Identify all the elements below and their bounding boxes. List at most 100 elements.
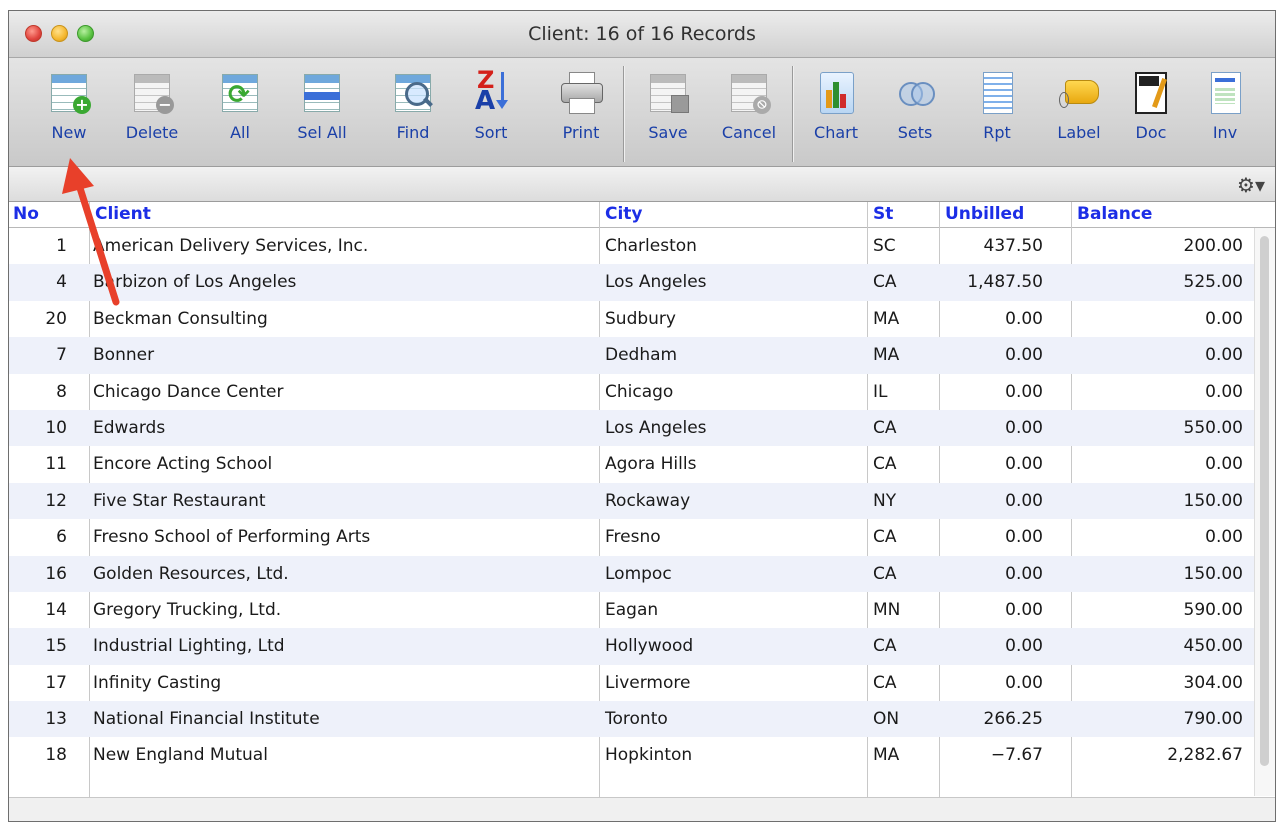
table-row[interactable]: 14 Gregory Trucking, Ltd. Eagan MN 0.00 590.0… — [9, 592, 1256, 628]
cell-city: Eagan — [605, 599, 659, 620]
cell-balance: 200.00 — [1183, 236, 1243, 256]
table-row[interactable]: 4 Barbizon of Los Angeles Los Angeles CA 1,4… — [9, 264, 1256, 301]
report-button[interactable]: Rpt — [969, 70, 1025, 142]
cell-client: Bonner — [93, 345, 155, 366]
cell-st: CA — [873, 636, 897, 657]
cell-city: Agora Hills — [605, 454, 697, 475]
table-row[interactable]: 17 Infinity Casting Livermore CA 0.00 304.00 — [9, 665, 1256, 701]
cell-st: CA — [873, 527, 897, 548]
table-row[interactable]: 16 Golden Resources, Ltd. Lompoc CA 0.00 150.… — [9, 555, 1256, 592]
all-label: All — [230, 123, 250, 142]
cancel-button[interactable]: ⦸ Cancel — [711, 70, 787, 142]
cell-city: Hollywood — [605, 636, 694, 657]
cell-balance: 0.00 — [1205, 308, 1243, 329]
scrollbar-thumb[interactable] — [1260, 236, 1269, 766]
cell-client: Edwards — [93, 417, 166, 438]
cell-client: Infinity Casting — [93, 672, 222, 693]
cell-unbilled: 437.50 — [983, 236, 1043, 256]
save-record-icon — [646, 70, 690, 114]
cell-balance: 590.00 — [1183, 599, 1243, 620]
cell-st: NY — [873, 490, 897, 511]
table-row[interactable]: 7 Bonner Dedham MA 0.00 0.00 — [9, 337, 1256, 374]
cell-st: SC — [873, 236, 896, 256]
cell-client: Five Star Restaurant — [93, 490, 266, 511]
cell-city: Los Angeles — [605, 272, 707, 293]
column-header-balance[interactable]: Balance — [1077, 204, 1152, 224]
cell-client: Golden Resources, Ltd. — [93, 563, 289, 584]
table-row[interactable]: 6 Fresno School of Performing Arts Fresno C… — [9, 519, 1256, 555]
new-button[interactable]: + New — [41, 70, 97, 142]
all-button[interactable]: ⟳ All — [212, 70, 268, 142]
select-all-button[interactable]: Sel All — [282, 70, 362, 142]
label-label: Label — [1057, 123, 1101, 142]
cell-balance: 2,282.67 — [1167, 745, 1243, 766]
sort-button[interactable]: Z A Sort — [460, 68, 522, 142]
cell-unbilled: 0.00 — [1005, 490, 1043, 511]
cell-st: CA — [873, 672, 897, 693]
cell-st: IL — [873, 381, 888, 402]
cell-balance: 0.00 — [1205, 381, 1243, 402]
cell-unbilled: 0.00 — [1005, 672, 1043, 693]
cell-balance: 304.00 — [1183, 672, 1243, 693]
table-row[interactable]: 11 Encore Acting School Agora Hills CA 0.00 0… — [9, 446, 1256, 482]
toolbar: + New − Delete ⟳ All Sel All Find Z A So… — [9, 58, 1275, 167]
save-button[interactable]: Save — [639, 70, 697, 142]
gear-icon[interactable]: ⚙▾ — [1237, 173, 1265, 197]
cell-no: 17 — [45, 672, 67, 693]
table-row[interactable]: 15 Industrial Lighting, Ltd Hollywood CA 0.0… — [9, 628, 1256, 665]
cell-balance: 525.00 — [1183, 272, 1243, 293]
cell-unbilled: 0.00 — [1005, 527, 1043, 548]
label-button[interactable]: Label — [1049, 70, 1109, 142]
sort-label: Sort — [474, 123, 508, 142]
cell-balance: 0.00 — [1205, 345, 1243, 366]
select-all-icon — [300, 70, 344, 114]
table-row[interactable]: 20 Beckman Consulting Sudbury MA 0.00 0.00 — [9, 301, 1256, 337]
table-row[interactable]: 1 American Delivery Services, Inc. Charles… — [9, 228, 1256, 264]
delete-button[interactable]: − Delete — [115, 70, 189, 142]
doc-button[interactable]: Doc — [1123, 70, 1179, 142]
vertical-scrollbar[interactable] — [1254, 228, 1275, 796]
chart-button[interactable]: Chart — [805, 70, 867, 142]
cell-balance: 150.00 — [1183, 490, 1243, 511]
sets-button[interactable]: Sets — [884, 70, 946, 142]
cell-unbilled: −7.67 — [990, 745, 1043, 766]
table-row[interactable]: 13 National Financial Institute Toronto ON 2… — [9, 701, 1256, 738]
table-row[interactable]: 18 New England Mutual Hopkinton MA −7.67 2,28… — [9, 737, 1256, 773]
column-header-no[interactable]: No — [13, 204, 39, 224]
sets-circles-icon — [893, 70, 937, 114]
table-row[interactable]: 8 Chicago Dance Center Chicago IL 0.00 0.00 — [9, 374, 1256, 410]
column-header-client[interactable]: Client — [95, 204, 151, 224]
print-label: Print — [562, 123, 600, 142]
toolbar-separator — [623, 66, 624, 162]
cell-st: CA — [873, 272, 897, 293]
cell-city: Charleston — [605, 236, 697, 256]
sel-all-label: Sel All — [297, 123, 347, 142]
column-header-city[interactable]: City — [605, 204, 643, 224]
table-header: No Client City St Unbilled Balance — [9, 202, 1275, 228]
toolbar-separator — [792, 66, 793, 162]
show-all-icon: ⟳ — [218, 70, 262, 114]
sets-label: Sets — [897, 123, 933, 142]
cell-unbilled: 0.00 — [1005, 599, 1043, 620]
column-header-st[interactable]: St — [873, 204, 893, 224]
cell-balance: 150.00 — [1183, 563, 1243, 584]
cell-no: 13 — [45, 709, 67, 730]
cell-city: Dedham — [605, 345, 678, 366]
chart-label: Chart — [814, 123, 858, 142]
cancel-record-icon: ⦸ — [727, 70, 771, 114]
status-footer — [9, 797, 1275, 821]
table-row[interactable]: 12 Five Star Restaurant Rockaway NY 0.00 150.… — [9, 482, 1256, 520]
cell-no: 7 — [56, 345, 67, 366]
column-header-unbilled[interactable]: Unbilled — [945, 204, 1024, 224]
cell-client: Barbizon of Los Angeles — [93, 272, 297, 293]
bar-chart-icon — [814, 70, 858, 114]
cell-city: Lompoc — [605, 563, 672, 584]
print-button[interactable]: Print — [548, 70, 614, 142]
table-row[interactable]: 10 Edwards Los Angeles CA 0.00 550.00 — [9, 409, 1256, 447]
invoice-button[interactable]: Inv — [1197, 70, 1253, 142]
cell-city: Rockaway — [605, 490, 691, 511]
find-button[interactable]: Find — [382, 70, 444, 142]
title-bar[interactable]: Client: 16 of 16 Records — [9, 11, 1275, 58]
cell-unbilled: 0.00 — [1005, 345, 1043, 366]
cell-balance: 790.00 — [1183, 709, 1243, 730]
